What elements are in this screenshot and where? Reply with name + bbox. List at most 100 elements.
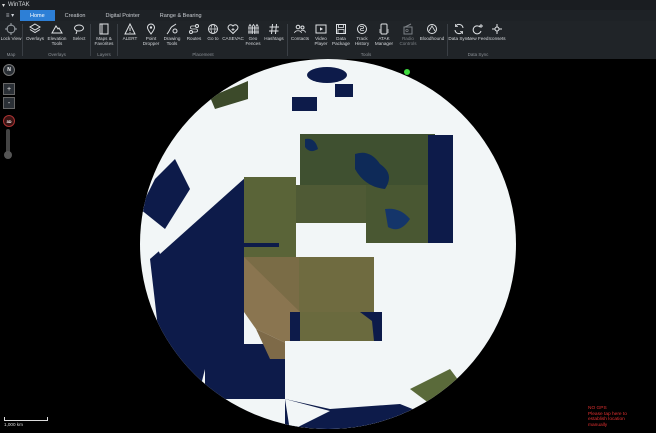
track-history-label: Track History [354, 36, 370, 46]
atak-manager-label: ATAK Manager [374, 36, 394, 46]
group-label-overlays: Overlays [48, 52, 66, 57]
group-label-tools: Tools [360, 52, 372, 57]
medical-heart-icon [227, 24, 239, 35]
lock-view-label: Lock View [0, 36, 22, 41]
missing-tile [296, 223, 366, 257]
ribbon-toolbar: Lock View Map Overlays Elevation Tools S… [0, 21, 656, 60]
hashtag-icon [269, 23, 279, 35]
data-package-label: Data Package [332, 36, 350, 46]
tab-creation[interactable]: Creation [55, 10, 96, 21]
fence-icon [248, 23, 259, 34]
hamburger-menu-icon[interactable]: ≡ ▾ [0, 10, 20, 21]
select-label: Select [72, 36, 86, 41]
bloodhound-label: Bloodhound [419, 36, 445, 41]
drawing-icon [166, 23, 178, 35]
tab-home[interactable]: Home [20, 10, 55, 21]
compass-button[interactable]: N [3, 64, 15, 76]
overlays-label: Overlays [25, 36, 45, 41]
zoom-out-button[interactable]: - [3, 97, 15, 109]
window-title: WinTAK [8, 2, 30, 8]
globe-icon [208, 24, 218, 34]
new-feed-icon [472, 24, 483, 35]
iconsets-button[interactable]: Iconsets [486, 23, 508, 41]
map-tile [296, 185, 366, 223]
routes-label: Routes [186, 36, 202, 41]
overlays-button[interactable]: Overlays [24, 23, 46, 41]
video-player-button[interactable]: Video Player [310, 23, 332, 46]
zoom-in-button[interactable]: + [3, 83, 15, 95]
data-package-button[interactable]: Data Package [330, 23, 352, 46]
view-mode-3d-button[interactable]: 3D [3, 115, 15, 127]
point-dropper-button[interactable]: Point Dropper [140, 23, 162, 46]
group-separator [287, 24, 288, 56]
gps-status-message[interactable]: NO GPS Please tap here to establish loca… [588, 406, 634, 429]
scale-bar: 1,000 km [4, 417, 48, 427]
group-label-data-sync: Data Sync [467, 52, 489, 57]
lasso-icon [74, 24, 84, 35]
atak-manager-button[interactable]: ATAK Manager [373, 23, 395, 46]
polar-tile [307, 67, 347, 83]
scale-label: 1,000 km [4, 422, 23, 427]
geo-fences-button[interactable]: Geo Fences [242, 23, 264, 46]
geo-fences-label: Geo Fences [245, 36, 261, 46]
contacts-label: Contacts [290, 36, 310, 41]
go-to-button[interactable]: Go to [202, 23, 224, 41]
casevac-button[interactable]: CASEVAC [222, 23, 244, 41]
missing-tile [285, 341, 385, 399]
lock-view-button[interactable]: Lock View [0, 23, 22, 41]
radio-controls-button[interactable]: Radio Controls [397, 23, 419, 46]
phone-sync-icon [379, 23, 389, 35]
hashtags-label: Hashtags [264, 36, 284, 41]
video-play-icon [315, 24, 327, 34]
bloodhound-icon [427, 24, 437, 34]
track-history-button[interactable]: Track History [351, 23, 373, 46]
group-label-placement: Placement [192, 52, 214, 57]
casevac-label: CASEVAC [222, 36, 244, 41]
radio-icon [403, 23, 413, 35]
video-player-label: Video Player [314, 36, 328, 46]
sync-icon [454, 23, 464, 35]
map-view[interactable]: N + - 3D 1,000 km NO GPS Please tap here… [0, 59, 656, 433]
drawing-tools-button[interactable]: Drawing Tools [161, 23, 183, 46]
package-save-icon [336, 24, 346, 34]
map-book-icon [99, 23, 109, 35]
tab-range-bearing[interactable]: Range & Bearing [150, 10, 212, 21]
lock-view-icon [5, 23, 17, 35]
alert-button[interactable]: ALERT [119, 23, 141, 41]
point-dropper-label: Point Dropper [142, 36, 160, 46]
gps-status-line: manually [588, 423, 608, 429]
elevation-tools-label: Elevation Tools [47, 36, 67, 46]
tilt-slider-handle[interactable] [4, 151, 12, 159]
maps-favorites-button[interactable]: Maps & Favorites [93, 23, 115, 46]
alert-label: ALERT [122, 36, 138, 41]
group-separator [90, 24, 91, 56]
go-to-label: Go to [207, 36, 219, 41]
map-pin-icon [146, 23, 156, 35]
hashtags-button[interactable]: Hashtags [263, 23, 285, 41]
group-label-layers: Layers [97, 52, 111, 57]
layers-icon [29, 23, 41, 34]
iconsets-icon [492, 24, 502, 34]
track-history-icon [357, 24, 367, 34]
globe[interactable] [0, 59, 656, 433]
iconsets-label: Iconsets [488, 36, 506, 41]
self-marker-icon[interactable] [404, 69, 410, 75]
maps-favorites-label: Maps & Favorites [94, 36, 114, 46]
map-tile [299, 257, 374, 314]
warning-icon [124, 23, 136, 35]
elevation-tools-button[interactable]: Elevation Tools [46, 23, 68, 46]
group-label-map: Map [6, 52, 16, 57]
tab-digital-pointer[interactable]: Digital Pointer [95, 10, 149, 21]
app-menu-icon[interactable]: ▾ [2, 2, 5, 9]
bloodhound-button[interactable]: Bloodhound [419, 23, 445, 41]
scale-bar-line [4, 417, 48, 421]
contacts-icon [294, 24, 306, 34]
drawing-tools-label: Drawing Tools [163, 36, 181, 46]
group-separator [22, 24, 23, 56]
routes-icon [189, 24, 199, 34]
radio-controls-label: Radio Controls [399, 36, 417, 46]
title-bar: ▾ WinTAK [0, 0, 656, 10]
ribbon-tabs: ≡ ▾ Home Creation Digital Pointer Range … [0, 10, 656, 21]
contacts-button[interactable]: Contacts [289, 23, 311, 41]
select-button[interactable]: Select [68, 23, 90, 41]
